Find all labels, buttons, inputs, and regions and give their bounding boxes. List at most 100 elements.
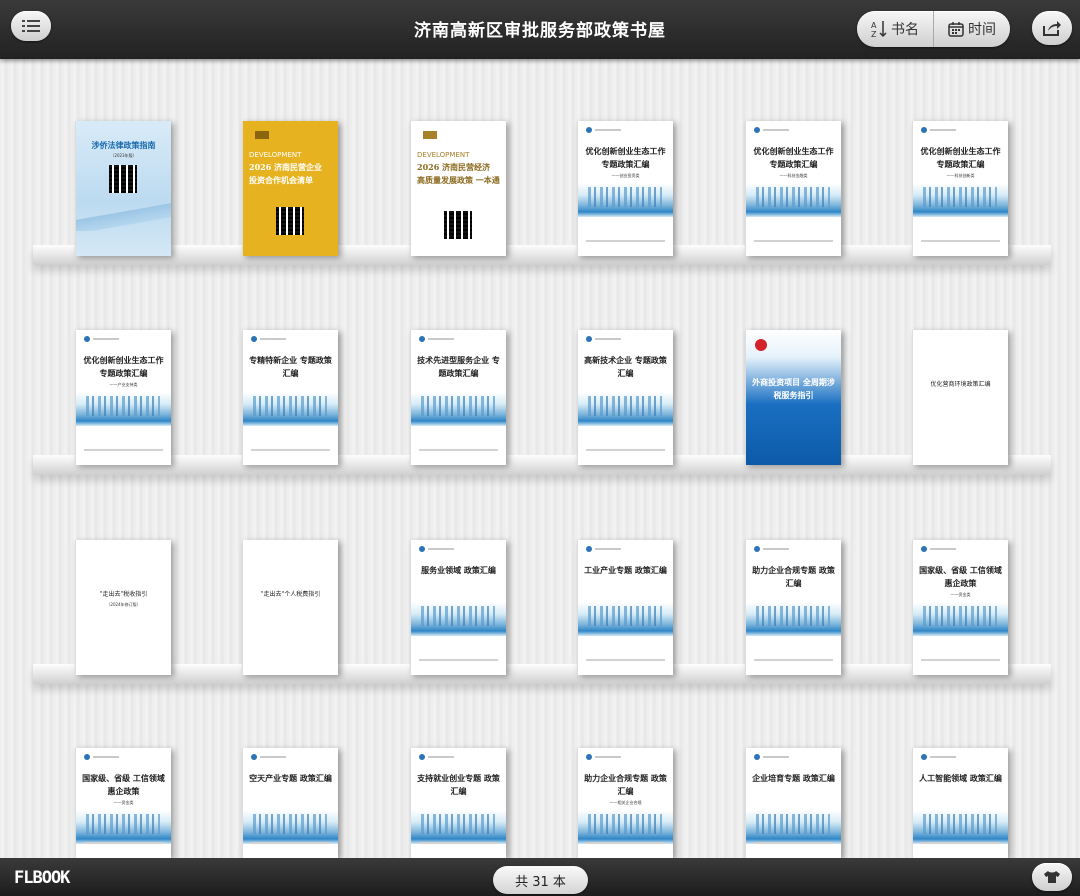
share-icon — [1043, 21, 1061, 36]
book-cover[interactable]: 人工智能领域 政策汇编 — [912, 748, 1008, 858]
book-title: 优化创新创业生态工作 专题政策汇编 — [83, 355, 164, 378]
book-cover[interactable]: 涉侨法律政策指南 （2023年版） — [75, 121, 171, 256]
publisher-logo-icon — [255, 131, 269, 139]
top-toolbar: 济南高新区审批服务部政策书屋 A Z 书名 时间 — [0, 0, 1080, 59]
city-skyline-image — [76, 810, 171, 844]
book-cover[interactable]: 支持就业创业专题 政策汇编 — [410, 748, 506, 858]
book-cover[interactable]: 国家级、省级 工信领域惠企政策 ——资金类 — [75, 748, 171, 858]
book-cover[interactable]: 服务业领域 政策汇编 — [410, 540, 506, 675]
qr-code-image — [109, 165, 137, 193]
publisher-line — [586, 659, 665, 661]
city-skyline-image — [746, 183, 841, 217]
book-title: 支持就业创业专题 政策汇编 — [417, 773, 500, 796]
book-cover[interactable]: 助力企业合规专题 政策汇编 — [745, 540, 841, 675]
flbook-logo: FLBOOK — [14, 868, 70, 888]
publisher-line — [419, 659, 498, 661]
sort-group: A Z 书名 时间 — [857, 11, 1010, 47]
book-cover[interactable]: 优化创新创业生态工作 专题政策汇编 ——产业支持类 — [75, 330, 171, 465]
publisher-line — [754, 659, 833, 661]
book-subtitle: ——资金类 — [950, 592, 971, 597]
book-subtitle: （2024年修订版） — [106, 602, 141, 607]
book-title: 空天产业专题 政策汇编 — [249, 773, 332, 783]
book-subtitle: ——相关企业合规 — [609, 800, 642, 805]
publisher-line — [754, 842, 833, 844]
share-button[interactable] — [1032, 11, 1072, 45]
book-cover[interactable]: DEVELOPMENT 2026 济南民营经济 高质量发展政策 一本通 — [410, 121, 506, 256]
book-cover[interactable]: 助力企业合规专题 政策汇编 ——相关企业合规 — [577, 748, 673, 858]
city-skyline-image — [243, 810, 338, 844]
book-cover[interactable]: "走出去"税收指引 （2024年修订版） — [75, 540, 171, 675]
publisher-logo-icon — [84, 754, 119, 760]
book-title: 优化创新创业生态工作 专题政策汇编 — [585, 146, 666, 169]
qr-code-image — [444, 211, 472, 239]
book-subtitle: ——科技创新类 — [946, 173, 975, 178]
book-cover[interactable]: 企业培育专题 政策汇编 — [745, 748, 841, 858]
city-skyline-image — [578, 392, 673, 426]
publisher-line — [419, 842, 498, 844]
book-cover[interactable]: 优化创新创业生态工作 专题政策汇编 ——科技创新类 — [912, 121, 1008, 256]
city-skyline-image — [913, 602, 1008, 636]
book-title: 专精特新企业 专题政策汇编 — [249, 355, 332, 378]
city-skyline-image — [578, 183, 673, 217]
publisher-logo-icon — [84, 336, 119, 342]
book-cover[interactable]: 优化营商环境政策汇编 — [912, 330, 1008, 465]
svg-text:Z: Z — [871, 30, 877, 38]
book-cover[interactable]: DEVELOPMENT 2026 济南民营企业 投资合作机会清单 — [242, 121, 338, 256]
city-skyline-image — [746, 810, 841, 844]
book-cover[interactable]: 空天产业专题 政策汇编 — [242, 748, 338, 858]
book-cover[interactable]: 外商投资项目 全周期涉税服务指引 — [745, 330, 841, 465]
city-skyline-image — [411, 810, 506, 844]
book-title: 2026 济南民营企业 投资合作机会清单 — [249, 162, 323, 185]
book-title: 助力企业合规专题 政策汇编 — [752, 565, 835, 588]
publisher-line — [419, 449, 498, 451]
emblem-icon — [755, 339, 767, 351]
publisher-line — [921, 659, 1000, 661]
sort-by-time-label: 时间 — [968, 22, 996, 38]
publisher-line — [921, 842, 1000, 844]
publisher-logo-icon — [754, 546, 789, 552]
shirt-icon — [1044, 871, 1060, 883]
book-cover[interactable]: 高新技术企业 专题政策汇编 — [577, 330, 673, 465]
sort-az-icon: A Z — [871, 21, 887, 38]
shelf-board — [33, 245, 1051, 265]
sort-by-name-label: 书名 — [891, 22, 919, 38]
publisher-logo-icon — [419, 754, 454, 760]
publisher-logo-icon — [251, 336, 286, 342]
book-cover[interactable]: 工业产业专题 政策汇编 — [577, 540, 673, 675]
book-cover[interactable]: 专精特新企业 专题政策汇编 — [242, 330, 338, 465]
book-cover[interactable]: 国家级、省级 工信领域惠企政策 ——资金类 — [912, 540, 1008, 675]
book-title: 企业培育专题 政策汇编 — [752, 773, 835, 783]
publisher-logo-icon — [754, 754, 789, 760]
publisher-line — [251, 842, 330, 844]
book-subtitle: ——科技金融类 — [779, 173, 808, 178]
city-skyline-image — [411, 602, 506, 636]
shelf-board — [33, 664, 1051, 684]
publisher-line — [84, 842, 163, 844]
book-cover[interactable]: 技术先进型服务企业 专题政策汇编 — [410, 330, 506, 465]
book-title: 助力企业合规专题 政策汇编 — [584, 773, 667, 796]
book-count-badge: 共 31 本 — [493, 866, 588, 894]
book-cover[interactable]: 优化创新创业生态工作 专题政策汇编 ——科技金融类 — [745, 121, 841, 256]
book-cover[interactable]: 优化创新创业生态工作 专题政策汇编 ——创业投资类 — [577, 121, 673, 256]
city-skyline-image — [746, 602, 841, 636]
book-title: 优化营商环境政策汇编 — [930, 381, 991, 388]
sort-by-time-button[interactable]: 时间 — [933, 11, 1010, 47]
city-skyline-image — [578, 810, 673, 844]
book-title: 涉侨法律政策指南 — [91, 141, 156, 150]
publisher-line — [84, 449, 163, 451]
book-cover[interactable]: "走出去"个人税费指引 — [242, 540, 338, 675]
book-title: 工业产业专题 政策汇编 — [584, 565, 667, 575]
publisher-logo-icon — [921, 127, 956, 133]
publisher-line — [586, 449, 665, 451]
scroll-top-button[interactable] — [1032, 863, 1072, 891]
shelf-board — [33, 455, 1051, 475]
publisher-line — [754, 240, 833, 242]
book-title: 人工智能领域 政策汇编 — [919, 773, 1002, 783]
city-skyline-image — [243, 392, 338, 426]
sort-by-name-button[interactable]: A Z 书名 — [857, 11, 933, 47]
publisher-logo-icon — [586, 754, 621, 760]
publisher-logo-icon — [419, 336, 454, 342]
book-title: 技术先进型服务企业 专题政策汇编 — [417, 355, 500, 378]
book-title: 国家级、省级 工信领域惠企政策 — [82, 773, 165, 796]
publisher-logo-icon — [423, 131, 437, 139]
